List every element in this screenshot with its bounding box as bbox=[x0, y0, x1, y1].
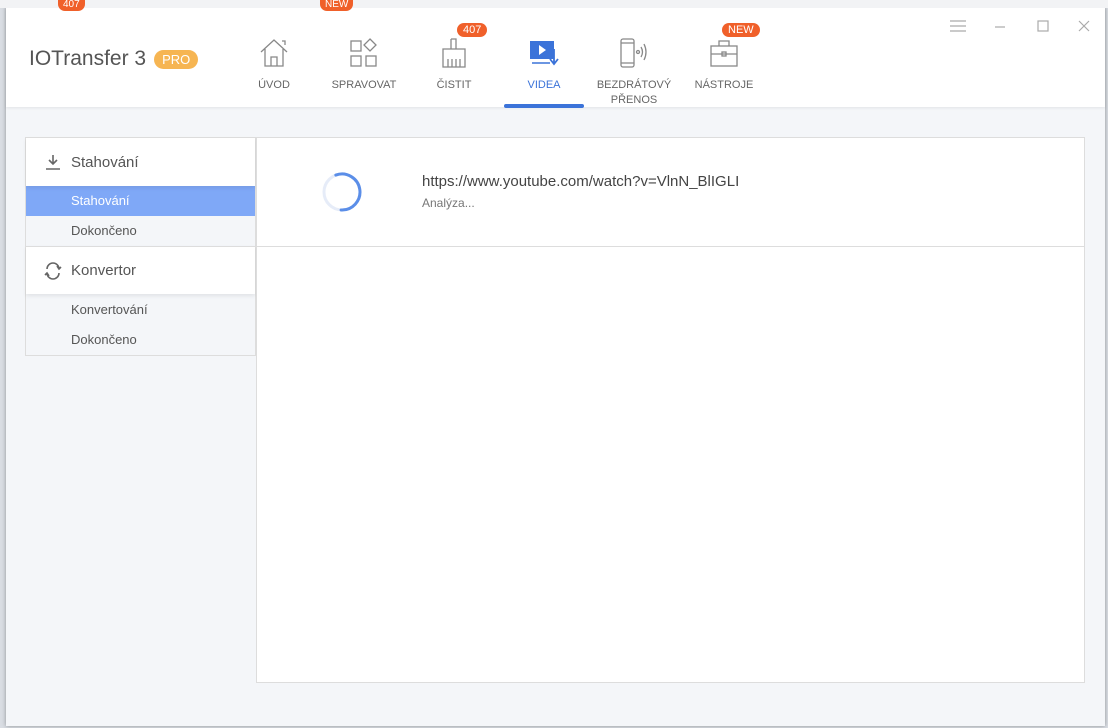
video-url: https://www.youtube.com/watch?v=VlnN_BlI… bbox=[422, 173, 740, 190]
notification-badge: 407 bbox=[457, 23, 488, 37]
wireless-phone-icon bbox=[620, 38, 647, 68]
tab-label: NÁSTROJE bbox=[694, 79, 754, 91]
background-badge: 407 bbox=[58, 0, 85, 11]
sidebar-item-dokonceno-convert[interactable]: Dokončeno bbox=[26, 325, 255, 355]
sidebar-item-dokonceno[interactable]: Dokončeno bbox=[26, 216, 255, 246]
app-title: IOTransfer 3 bbox=[29, 47, 147, 70]
tab-spravovat[interactable]: SPRAVOVAT bbox=[324, 7, 404, 107]
pro-badge: PRO bbox=[154, 49, 199, 69]
app-logo: IOTransfer 3 PRO bbox=[29, 47, 199, 71]
tab-label: BEZDRÁTOVÝ PŘENOS bbox=[596, 79, 672, 106]
notification-badge: NEW bbox=[722, 23, 760, 37]
minimize-icon bbox=[995, 26, 1005, 28]
menu-icon bbox=[950, 20, 966, 32]
sidebar-section-converter[interactable]: Konvertor bbox=[26, 246, 255, 294]
manage-icon bbox=[350, 38, 377, 67]
section-title: Konvertor bbox=[71, 262, 137, 279]
toolbox-icon bbox=[710, 40, 738, 67]
background-window: 407 NEW bbox=[0, 0, 1108, 11]
section-title: Stahování bbox=[71, 153, 139, 171]
minimize-button[interactable] bbox=[990, 19, 1010, 39]
menu-button[interactable] bbox=[948, 19, 968, 39]
task-row[interactable]: https://www.youtube.com/watch?v=VlnN_BlI… bbox=[257, 138, 1084, 247]
header: IOTransfer 3 PRO ÚVOD SPRAVOVAT 407 ČIST… bbox=[6, 7, 1105, 108]
background-badge: NEW bbox=[320, 0, 354, 11]
tab-label: SPRAVOVAT bbox=[331, 79, 397, 91]
sidebar-section-download[interactable]: Stahování bbox=[26, 138, 255, 186]
tab-label: ÚVOD bbox=[258, 79, 290, 91]
video-download-icon bbox=[530, 41, 559, 66]
sidebar-item-konvertovani[interactable]: Konvertování bbox=[26, 295, 255, 325]
tab-cistit[interactable]: 407 ČISTIT bbox=[414, 7, 494, 107]
home-icon bbox=[260, 39, 288, 67]
tab-uvod[interactable]: ÚVOD bbox=[234, 7, 314, 107]
sidebar-item-stahovani[interactable]: Stahování bbox=[26, 186, 255, 216]
tab-bezdratovy-prenos[interactable]: BEZDRÁTOVÝ PŘENOS bbox=[594, 7, 674, 107]
brush-icon bbox=[442, 38, 466, 68]
tab-label: VIDEA bbox=[527, 79, 561, 91]
app-window: IOTransfer 3 PRO ÚVOD SPRAVOVAT 407 ČIST… bbox=[6, 7, 1105, 726]
maximize-button[interactable] bbox=[1033, 19, 1053, 39]
download-icon bbox=[46, 155, 60, 170]
close-icon bbox=[1078, 20, 1090, 32]
loading-spinner-icon bbox=[322, 172, 362, 212]
convert-icon bbox=[44, 261, 62, 280]
tab-label: ČISTIT bbox=[436, 79, 472, 91]
task-status: Analýza... bbox=[422, 196, 475, 210]
active-tab-indicator bbox=[504, 104, 584, 108]
tab-videa[interactable]: VIDEA bbox=[504, 7, 584, 108]
tab-nastroje[interactable]: NEW NÁSTROJE bbox=[684, 7, 764, 107]
close-button[interactable] bbox=[1074, 19, 1094, 39]
sidebar: Stahování Stahování Dokončeno Konvertor … bbox=[25, 137, 256, 356]
download-list: https://www.youtube.com/watch?v=VlnN_BlI… bbox=[256, 137, 1085, 683]
maximize-icon bbox=[1037, 20, 1049, 32]
